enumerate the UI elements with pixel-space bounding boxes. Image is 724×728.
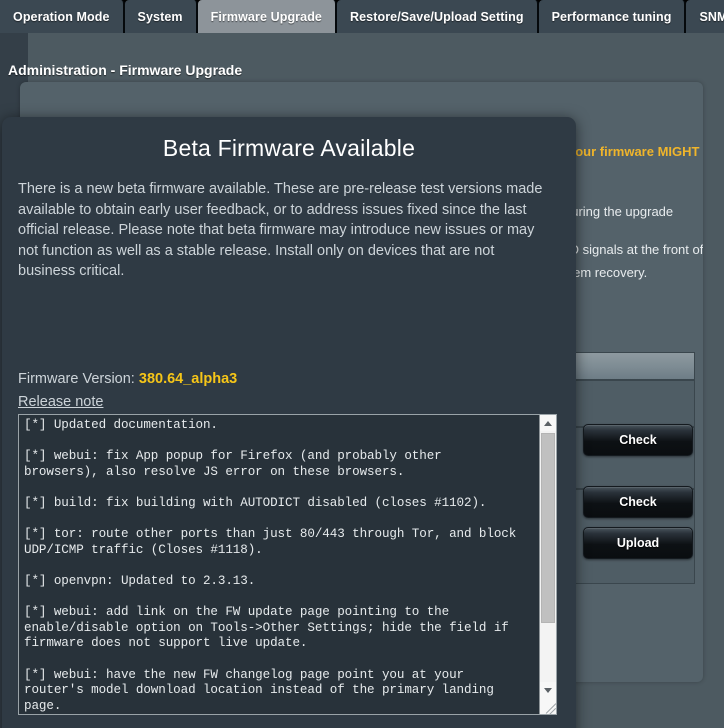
release-note-link[interactable]: Release note [18, 394, 103, 410]
modal-description: There is a new beta firmware available. … [18, 181, 543, 279]
tab-firmware-upgrade[interactable]: Firmware Upgrade [197, 0, 337, 33]
panel-warning-amber: your firmware MIGHT [568, 144, 700, 159]
tab-snmp[interactable]: SNMP [686, 0, 724, 33]
scroll-down-arrow-icon[interactable] [540, 682, 556, 698]
tab-system[interactable]: System [124, 0, 198, 33]
check-button-1[interactable]: Check [583, 424, 693, 456]
tab-performance-tuning[interactable]: Performance tuning [538, 0, 687, 33]
scroll-up-arrow-icon[interactable] [540, 415, 556, 431]
tab-restore-save-upload-setting[interactable]: Restore/Save/Upload Setting [336, 0, 539, 33]
changelog-scrollbar[interactable] [539, 415, 556, 714]
tab-operation-mode[interactable]: Operation Mode [0, 0, 125, 33]
panel-warning-line-2: ED signals at the front of [561, 242, 703, 257]
changelog-text: [*] Updated documentation. [*] webui: fi… [24, 418, 517, 712]
resize-grip-icon[interactable] [540, 698, 556, 714]
firmware-version-label: Firmware Version: [18, 371, 135, 387]
main-tab-bar: Operation Mode System Firmware Upgrade R… [0, 0, 724, 33]
panel-warning-line-1: during the upgrade [564, 204, 674, 219]
content-area: Administration - Firmware Upgrade your f… [0, 33, 724, 728]
scrollbar-thumb[interactable] [541, 433, 555, 623]
check-button-2[interactable]: Check [583, 486, 693, 518]
firmware-version-line: Firmware Version: 380.64_alpha3 [18, 371, 237, 387]
router-admin-page: Operation Mode System Firmware Upgrade R… [0, 0, 724, 728]
firmware-version-value: 380.64_alpha3 [138, 371, 238, 387]
changelog-textarea[interactable]: [*] Updated documentation. [*] webui: fi… [18, 414, 557, 715]
upload-button[interactable]: Upload [583, 527, 693, 559]
beta-firmware-modal: Beta Firmware Available There is a new b… [2, 117, 576, 728]
page-title: Administration - Firmware Upgrade [8, 62, 243, 78]
modal-title: Beta Firmware Available [162, 135, 416, 161]
